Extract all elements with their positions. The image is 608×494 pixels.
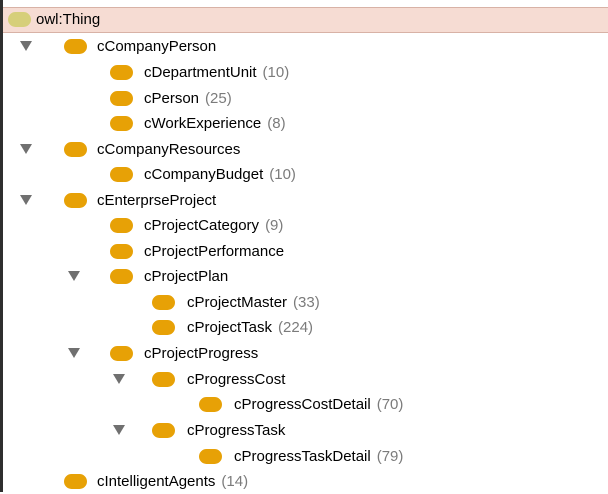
tree-node-cprojectprogress[interactable]: cProjectProgress	[3, 341, 608, 366]
instance-count: (10)	[269, 166, 296, 183]
instance-count: (25)	[205, 90, 232, 107]
class-bullet-icon	[110, 269, 133, 284]
tree-node-centerprseproject[interactable]: cEnterprseProject	[3, 188, 608, 213]
tree-node-ccompanyresources[interactable]: cCompanyResources	[3, 137, 608, 162]
tree-node-cprojecttask[interactable]: cProjectTask (224)	[3, 315, 608, 340]
class-bullet-icon	[152, 372, 175, 387]
class-bullet-icon	[110, 91, 133, 106]
instance-count: (10)	[262, 64, 290, 81]
expanded-triangle-icon[interactable]	[68, 348, 80, 358]
class-bullet-icon	[110, 218, 133, 233]
class-bullet-icon	[64, 474, 87, 489]
tree-node-cprogresstask[interactable]: cProgressTask	[3, 418, 608, 443]
tree-node-cintelligentagents[interactable]: cIntelligentAgents (14)	[3, 469, 608, 494]
tree-node-label: cWorkExperience (8)	[144, 115, 286, 132]
class-hierarchy-tree: owl:Thing cCompanyPerson cDepartmentUnit…	[0, 0, 608, 492]
tree-node-label: cProgressTaskDetail (79)	[234, 448, 404, 465]
tree-node-label: owl:Thing	[36, 11, 101, 28]
tree-node-label: cProgressCost	[187, 371, 286, 388]
tree-node-cprogresscost[interactable]: cProgressCost	[3, 367, 608, 392]
class-bullet-icon	[64, 193, 87, 208]
tree-node-cdepartmentunit[interactable]: cDepartmentUnit (10)	[3, 60, 608, 85]
instance-count: (224)	[278, 319, 314, 336]
tree-node-label: cProjectProgress	[144, 345, 259, 362]
expanded-triangle-icon[interactable]	[113, 374, 125, 384]
tree-node-cperson[interactable]: cPerson (25)	[3, 86, 608, 111]
class-bullet-icon	[110, 346, 133, 361]
class-bullet-icon	[152, 295, 175, 310]
tree-node-cworkexperience[interactable]: cWorkExperience (8)	[3, 111, 608, 136]
instance-count: (33)	[293, 294, 320, 311]
tree-node-label: cDepartmentUnit (10)	[144, 64, 290, 81]
tree-node-label: cProjectCategory (9)	[144, 217, 284, 234]
class-bullet-icon	[110, 116, 133, 131]
tree-node-label: cProjectPerformance	[144, 243, 285, 260]
tree-node-cprojectplan[interactable]: cProjectPlan	[3, 264, 608, 289]
expanded-triangle-icon[interactable]	[20, 195, 32, 205]
instance-count: (70)	[376, 396, 404, 413]
class-bullet-icon	[110, 167, 133, 182]
tree-node-label: cIntelligentAgents (14)	[97, 473, 249, 490]
tree-node-label: cProjectPlan	[144, 268, 229, 285]
instance-count: (8)	[267, 115, 286, 132]
tree-node-owl-thing[interactable]: owl:Thing	[3, 7, 608, 33]
tree-node-cprogresstaskdetail[interactable]: cProgressTaskDetail (79)	[3, 444, 608, 469]
class-bullet-icon	[64, 39, 87, 54]
tree-node-cprogresscostdetail[interactable]: cProgressCostDetail (70)	[3, 392, 608, 417]
class-bullet-icon	[199, 397, 222, 412]
class-bullet-icon	[152, 320, 175, 335]
tree-node-label: cEnterprseProject	[97, 192, 217, 209]
tree-node-label: cCompanyPerson	[97, 38, 217, 55]
instance-count: (14)	[221, 473, 249, 490]
class-bullet-icon	[64, 142, 87, 157]
tree-node-label: cCompanyBudget (10)	[144, 166, 296, 183]
tree-node-cprojectmaster[interactable]: cProjectMaster (33)	[3, 290, 608, 315]
class-bullet-icon	[152, 423, 175, 438]
tree-node-label: cProgressCostDetail (70)	[234, 396, 404, 413]
tree-node-label: cProjectTask (224)	[187, 319, 314, 336]
expanded-triangle-icon[interactable]	[20, 144, 32, 154]
tree-node-cprojectperformance[interactable]: cProjectPerformance	[3, 239, 608, 264]
tree-node-ccompanybudget[interactable]: cCompanyBudget (10)	[3, 162, 608, 187]
instance-count: (79)	[376, 448, 404, 465]
tree-node-label: cPerson (25)	[144, 90, 232, 107]
class-bullet-icon	[110, 244, 133, 259]
tree-node-cprojectcategory[interactable]: cProjectCategory (9)	[3, 213, 608, 238]
tree-node-label: cCompanyResources	[97, 141, 241, 158]
expanded-triangle-icon[interactable]	[20, 41, 32, 51]
class-bullet-icon	[199, 449, 222, 464]
class-bullet-icon	[110, 65, 133, 80]
owl-thing-icon	[8, 12, 31, 27]
tree-node-ccompanyperson[interactable]: cCompanyPerson	[3, 34, 608, 59]
tree-node-label: cProjectMaster (33)	[187, 294, 320, 311]
expanded-triangle-icon[interactable]	[68, 271, 80, 281]
expanded-triangle-icon[interactable]	[113, 425, 125, 435]
tree-node-label: cProgressTask	[187, 422, 286, 439]
instance-count: (9)	[265, 217, 284, 234]
